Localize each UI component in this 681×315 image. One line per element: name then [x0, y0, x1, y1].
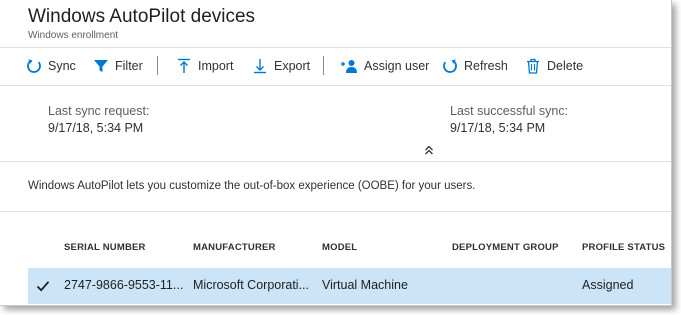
filter-label: Filter [115, 59, 143, 73]
refresh-label: Refresh [464, 59, 508, 73]
last-sync-request-value: 9/17/18, 5:34 PM [48, 121, 144, 135]
export-label: Export [274, 59, 311, 73]
header-divider [0, 47, 671, 48]
export-icon [254, 59, 266, 74]
row-select-checkbox[interactable] [35, 278, 51, 294]
import-icon [178, 58, 190, 73]
delete-button[interactable]: Delete [525, 54, 583, 78]
toolbar-separator [323, 56, 324, 75]
autopilot-description: Windows AutoPilot lets you customize the… [28, 180, 476, 192]
column-header-deployment-group[interactable]: DEPLOYMENT GROUP [452, 242, 559, 253]
delete-icon [527, 58, 539, 74]
page-title: Windows AutoPilot devices [28, 6, 256, 27]
last-successful-sync-label: Last successful sync: [450, 104, 569, 118]
filter-button[interactable]: Filter [93, 54, 143, 78]
sync-info-divider [0, 161, 671, 162]
refresh-icon [443, 59, 457, 73]
column-header-manufacturer[interactable]: MANUFACTURER [193, 242, 276, 253]
description-divider [0, 211, 671, 212]
sync-button[interactable]: Sync [26, 54, 76, 78]
column-header-serial-number[interactable]: SERIAL NUMBER [64, 242, 146, 253]
column-header-profile-status[interactable]: PROFILE STATUS [582, 242, 665, 253]
delete-label: Delete [547, 59, 584, 73]
toolbar-divider [0, 85, 671, 86]
collapse-sync-info-button[interactable] [423, 143, 435, 155]
refresh-button[interactable]: Refresh [442, 54, 508, 78]
last-sync-request-label: Last sync request: [48, 104, 150, 118]
sync-label: Sync [48, 59, 76, 73]
autopilot-devices-blade: Windows AutoPilot devices Windows enroll… [0, 0, 672, 306]
last-successful-sync-value: 9/17/18, 5:34 PM [450, 121, 546, 135]
cell-manufacturer: Microsoft Corporati... [193, 278, 310, 292]
sync-icon [27, 59, 41, 73]
chevron-double-up-icon [425, 145, 433, 155]
assign-user-label: Assign user [364, 59, 430, 73]
page-subtitle: Windows enrollment [28, 30, 119, 41]
checkmark-icon [36, 281, 50, 292]
import-label: Import [198, 59, 234, 73]
filter-icon [94, 60, 108, 72]
cell-serial-number: 2747-9866-9553-11... [64, 278, 184, 292]
assign-user-button[interactable]: Assign user [340, 54, 429, 78]
cell-profile-status: Assigned [582, 278, 634, 292]
import-button[interactable]: Import [176, 54, 233, 78]
cell-model: Virtual Machine [322, 278, 408, 292]
assign-user-icon [341, 60, 357, 73]
export-button[interactable]: Export [252, 54, 310, 78]
toolbar-separator [157, 56, 158, 75]
column-header-model[interactable]: MODEL [322, 242, 357, 253]
